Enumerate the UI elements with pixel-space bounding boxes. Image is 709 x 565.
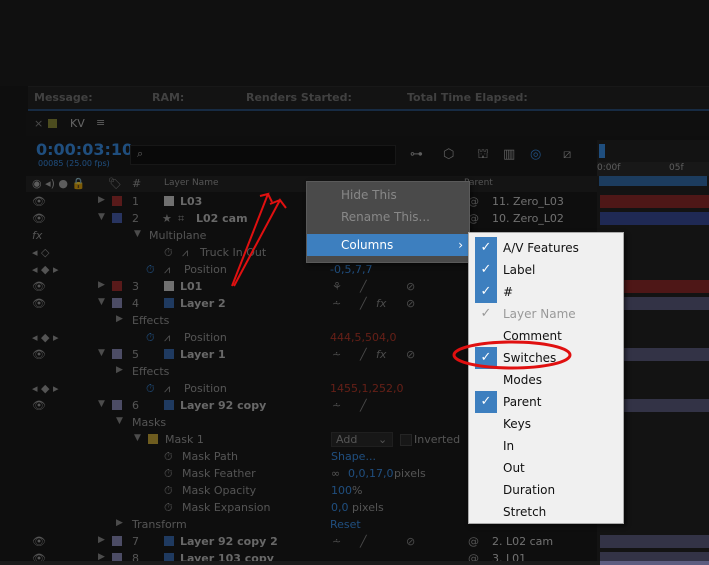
annotation-ellipse (452, 340, 572, 370)
annotation-overlay (231, 192, 572, 370)
annotation-arrow (231, 192, 273, 287)
